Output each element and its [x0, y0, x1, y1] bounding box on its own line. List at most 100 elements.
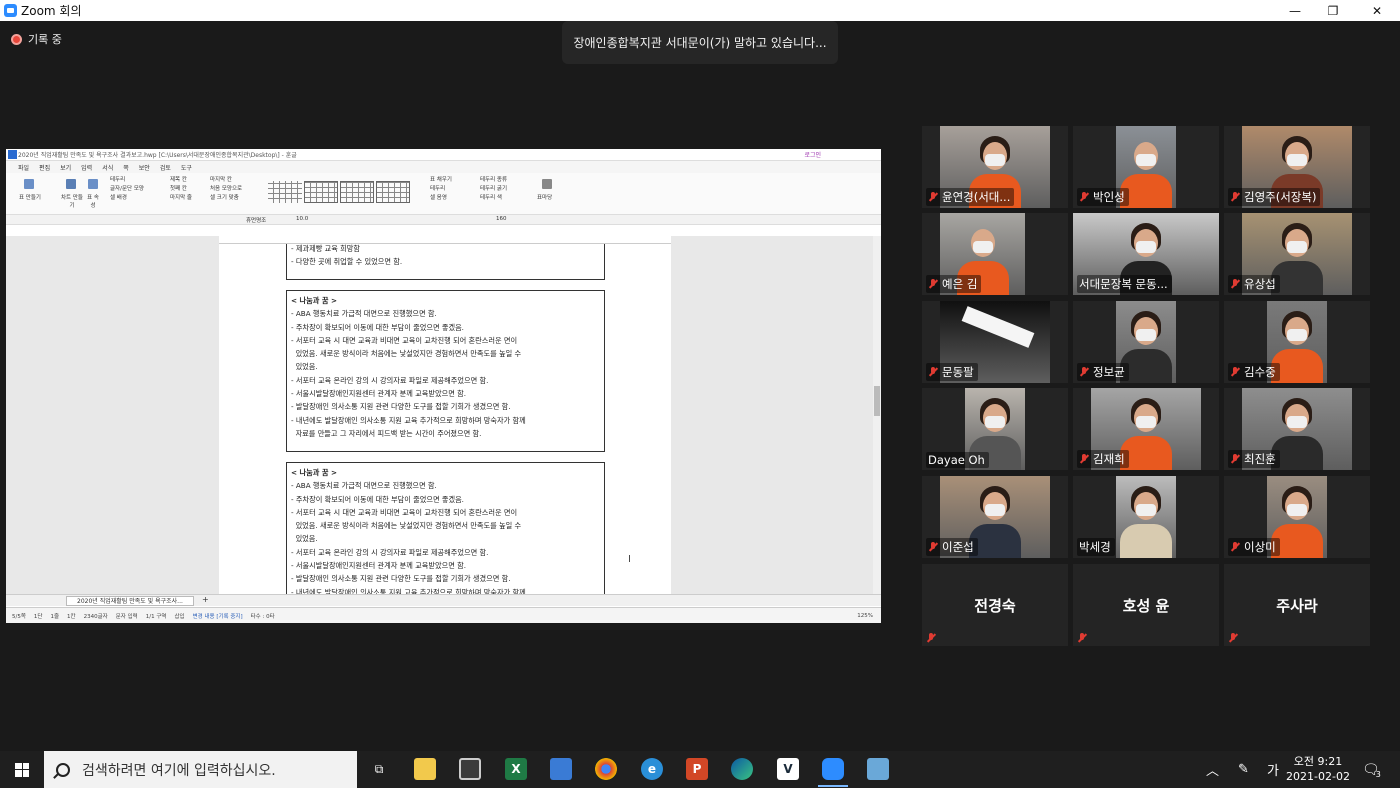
- ribbon-right-group-1[interactable]: 표 채우기 테두리 셀 음영: [430, 176, 452, 203]
- doc-line: - 서포터 교육 온라인 강의 시 강의자료 파일로 제공해주었으면 함.: [291, 547, 489, 557]
- table-props-icon: [88, 179, 98, 189]
- recording-indicator[interactable]: 기록 중: [11, 31, 62, 47]
- start-button[interactable]: [0, 751, 44, 788]
- participant-name-label: 박인성: [1077, 188, 1129, 206]
- participant-tile[interactable]: 이준섭: [922, 476, 1068, 558]
- border-color[interactable]: 테두리 색: [480, 194, 507, 203]
- participant-tile[interactable]: 김재희: [1073, 388, 1219, 470]
- participant-tile[interactable]: Dayae Oh: [922, 388, 1068, 470]
- participant-tile[interactable]: 이상미: [1224, 476, 1370, 558]
- table-props-button[interactable]: 표 속성: [85, 193, 101, 209]
- close-button[interactable]: ✕: [1354, 0, 1400, 21]
- check-first-cell[interactable]: 첫째 칸: [170, 185, 192, 194]
- participant-tile[interactable]: 문동팔: [922, 301, 1068, 383]
- hwp-login[interactable]: 로그인: [804, 150, 821, 159]
- chrome-icon[interactable]: [595, 758, 617, 780]
- participant-tile[interactable]: 김수중: [1224, 301, 1370, 383]
- paint-icon[interactable]: [867, 758, 889, 780]
- table-style-1[interactable]: [268, 181, 302, 203]
- font-name-field[interactable]: 휴먼명조: [246, 216, 266, 224]
- table-style-3[interactable]: [340, 181, 374, 203]
- participant-name: 김영주(서장복): [1244, 190, 1317, 204]
- muted-mic-icon: [1228, 633, 1238, 643]
- participant-name: 이상미: [1244, 540, 1276, 554]
- participant-tile[interactable]: 전경숙: [922, 564, 1068, 646]
- shared-screen[interactable]: 2020년 직업재활팀 만족도 및 욕구조사 결과보고.hwp [C:\User…: [6, 149, 881, 623]
- participant-tile[interactable]: 호성 윤: [1073, 564, 1219, 646]
- check-group-2[interactable]: 제목 칸 첫째 칸 마지막 줄: [170, 176, 192, 203]
- task-view-icon[interactable]: ⧉: [368, 758, 390, 780]
- hwp-menu-item[interactable]: 파일: [18, 163, 29, 172]
- hwp-document-area[interactable]: - 제과제빵 교육 희망함 - 다양한 곳에 취업할 수 있었으면 함. < 나눔…: [6, 236, 881, 594]
- table-style-4[interactable]: [376, 181, 410, 203]
- border-button[interactable]: 테두리: [430, 185, 452, 194]
- participant-name: 서대문장복 문동...: [1079, 277, 1168, 291]
- hwp-menu-item[interactable]: 편집: [39, 163, 50, 172]
- ribbon-right-group-2[interactable]: 테두리 종류 테두리 굵기 테두리 색: [480, 176, 507, 203]
- scroll-thumb[interactable]: [874, 386, 880, 416]
- file-explorer-icon[interactable]: [414, 758, 436, 780]
- hwp-menu-item[interactable]: 보기: [60, 163, 71, 172]
- participant-name-label: 최진훈: [1228, 450, 1280, 468]
- participant-name-label: 서대문장복 문동...: [1077, 275, 1172, 293]
- check-group-1[interactable]: 테두리 글자/문단 모양 셀 배경: [110, 176, 144, 203]
- tray-chevron-icon[interactable]: ︿: [1206, 751, 1219, 788]
- check-cell-bg[interactable]: 셀 배경: [110, 194, 144, 203]
- notification-icon[interactable]: 🗨 3: [1362, 751, 1381, 788]
- participant-tile[interactable]: 박세경: [1073, 476, 1219, 558]
- hwp-menu-item[interactable]: 보안: [139, 163, 150, 172]
- doc-line: 있었음. 새로운 방식이라 처음에는 낯설었지만 경험하면서 만족도를 높일 수: [291, 349, 522, 359]
- check-first-shape[interactable]: 처음 모양으로: [210, 185, 242, 194]
- check-last-cell[interactable]: 마지막 칸: [210, 176, 242, 185]
- add-tab-icon[interactable]: +: [202, 595, 209, 604]
- participant-tile[interactable]: 윤연경(서대...: [922, 126, 1068, 208]
- check-border[interactable]: 테두리: [110, 176, 144, 185]
- presentation-button[interactable]: 표마당: [537, 193, 552, 201]
- hwp-menu-item[interactable]: 도구: [181, 163, 192, 172]
- excel-icon[interactable]: X: [505, 758, 527, 780]
- zoom-field[interactable]: 160: [496, 216, 507, 222]
- check-last-row[interactable]: 마지막 줄: [170, 194, 192, 203]
- participant-tile[interactable]: 주사라: [1224, 564, 1370, 646]
- hwp-menu-item[interactable]: 서식: [102, 163, 113, 172]
- table-style-2[interactable]: [304, 181, 338, 203]
- check-char-para[interactable]: 글자/문단 모양: [110, 185, 144, 194]
- check-title-cell[interactable]: 제목 칸: [170, 176, 192, 185]
- participant-tile[interactable]: 서대문장복 문동...: [1073, 213, 1219, 295]
- participant-tile[interactable]: 최진훈: [1224, 388, 1370, 470]
- taskbar-search-box[interactable]: 검색하려면 여기에 입력하십시오.: [44, 751, 357, 788]
- hwp-app-icon: [8, 150, 17, 159]
- participant-tile[interactable]: 정보균: [1073, 301, 1219, 383]
- hwp-menu-item[interactable]: 쪽: [123, 163, 129, 172]
- system-clock[interactable]: 오전 9:21 2021-02-02: [1283, 754, 1353, 784]
- doc-tab[interactable]: 2020년 직업재활팀 만족도 및 욕구조사...: [66, 596, 194, 606]
- font-size-field[interactable]: 10.0: [296, 216, 308, 222]
- check-group-3[interactable]: 마지막 칸 처음 모양으로 셀 크기 맞춤: [210, 176, 242, 203]
- check-cell-size[interactable]: 셀 크기 맞춤: [210, 194, 242, 203]
- ie-icon[interactable]: e: [641, 758, 663, 780]
- table-make-button[interactable]: 표 만들기: [18, 193, 42, 201]
- border-weight[interactable]: 테두리 굵기: [480, 185, 507, 194]
- hwp-menu-item[interactable]: 검토: [160, 163, 171, 172]
- participant-tile[interactable]: 김영주(서장복): [1224, 126, 1370, 208]
- document-page[interactable]: - 제과제빵 교육 희망함 - 다양한 곳에 취업할 수 있었으면 함. < 나눔…: [219, 244, 671, 594]
- participant-tile[interactable]: 예은 김: [922, 213, 1068, 295]
- chart-make-button[interactable]: 차트 만들기: [61, 193, 83, 209]
- fill-table[interactable]: 표 채우기: [430, 176, 452, 185]
- participant-tile[interactable]: 유상섭: [1224, 213, 1370, 295]
- store-icon[interactable]: [459, 758, 481, 780]
- participant-tile[interactable]: 박인성: [1073, 126, 1219, 208]
- muted-mic-icon: [928, 367, 938, 377]
- zoom-taskbar-icon[interactable]: [818, 758, 848, 787]
- cell-shade[interactable]: 셀 음영: [430, 194, 452, 203]
- maximize-button[interactable]: ❐: [1310, 0, 1356, 21]
- border-type[interactable]: 테두리 종류: [480, 176, 507, 185]
- hwp-menu-item[interactable]: 입력: [81, 163, 92, 172]
- ime-indicator[interactable]: 가: [1267, 751, 1279, 788]
- vnc-icon[interactable]: V: [777, 758, 799, 780]
- document-scrollbar[interactable]: [873, 236, 881, 594]
- edge-icon[interactable]: [731, 758, 753, 780]
- pen-icon[interactable]: ✎: [1238, 751, 1249, 788]
- app-icon[interactable]: [550, 758, 572, 780]
- powerpoint-icon[interactable]: P: [686, 758, 708, 780]
